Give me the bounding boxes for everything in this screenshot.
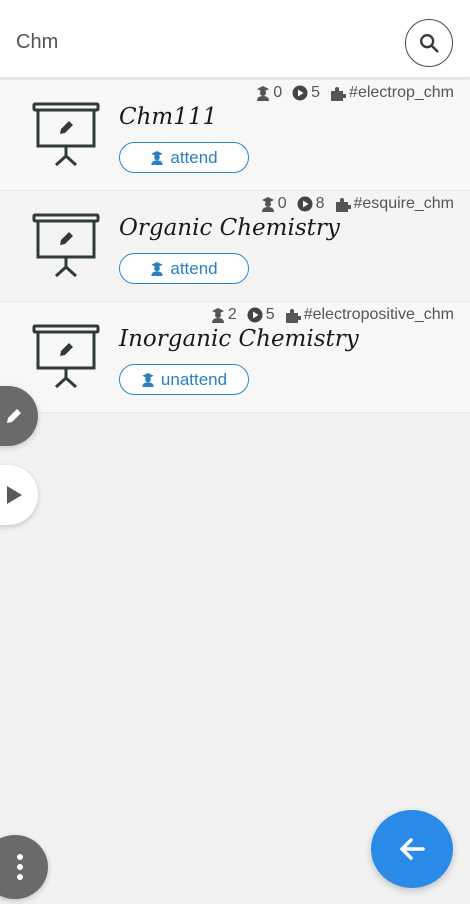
search-button[interactable] xyxy=(405,19,453,67)
course-stats: 0 8 #esquire_chm xyxy=(261,195,454,213)
course-title: Chm111 xyxy=(119,104,218,130)
attend-button[interactable]: attend xyxy=(119,253,249,284)
attend-button[interactable]: attend xyxy=(119,142,249,173)
student-icon xyxy=(211,308,224,323)
puzzle-icon xyxy=(285,309,301,323)
student-icon xyxy=(261,197,274,212)
course-tag: #electropositive_chm xyxy=(285,306,454,324)
course-list: 0 5 #electrop_chm Chm111 attend 0 8 #esq… xyxy=(0,80,470,413)
play-circle-icon xyxy=(247,307,263,323)
students-count: 2 xyxy=(211,306,237,324)
play-circle-icon xyxy=(297,196,313,212)
course-title: Inorganic Chemistry xyxy=(119,326,359,352)
search-input[interactable] xyxy=(16,22,386,62)
videos-count: 5 xyxy=(247,306,275,324)
videos-count: 8 xyxy=(297,195,325,213)
back-fab[interactable] xyxy=(371,810,453,888)
course-stats: 0 5 #electrop_chm xyxy=(256,84,454,102)
course-list-item[interactable]: 0 5 #electrop_chm Chm111 attend xyxy=(0,80,470,191)
play-icon xyxy=(7,486,22,504)
unattend-button[interactable]: unattend xyxy=(119,364,249,395)
pencil-icon xyxy=(7,409,21,423)
presentation-board-icon xyxy=(32,102,100,167)
student-icon xyxy=(142,372,154,387)
play-circle-icon xyxy=(292,85,308,101)
more-options-fab[interactable] xyxy=(0,835,48,899)
course-list-item[interactable]: 0 8 #esquire_chm Organic Chemistry atten… xyxy=(0,191,470,302)
presentation-board-icon xyxy=(32,324,100,389)
student-icon xyxy=(257,86,270,101)
students-count: 0 xyxy=(256,84,282,102)
presentation-board-icon xyxy=(32,213,100,278)
play-fab[interactable] xyxy=(0,465,38,525)
student-icon xyxy=(151,150,163,165)
course-tag: #esquire_chm xyxy=(335,195,454,213)
course-stats: 2 5 #electropositive_chm xyxy=(211,306,454,324)
students-count: 0 xyxy=(261,195,287,213)
course-list-item[interactable]: 2 5 #electropositive_chm Inorganic Chemi… xyxy=(0,302,470,413)
arrow-left-icon xyxy=(400,838,425,860)
more-vertical-icon xyxy=(17,854,23,880)
puzzle-icon xyxy=(335,198,351,212)
search-icon xyxy=(420,34,439,53)
videos-count: 5 xyxy=(292,84,320,102)
course-tag: #electrop_chm xyxy=(330,84,454,102)
search-bar xyxy=(0,0,470,78)
course-title: Organic Chemistry xyxy=(119,215,340,241)
puzzle-icon xyxy=(331,87,347,101)
student-icon xyxy=(151,261,163,276)
